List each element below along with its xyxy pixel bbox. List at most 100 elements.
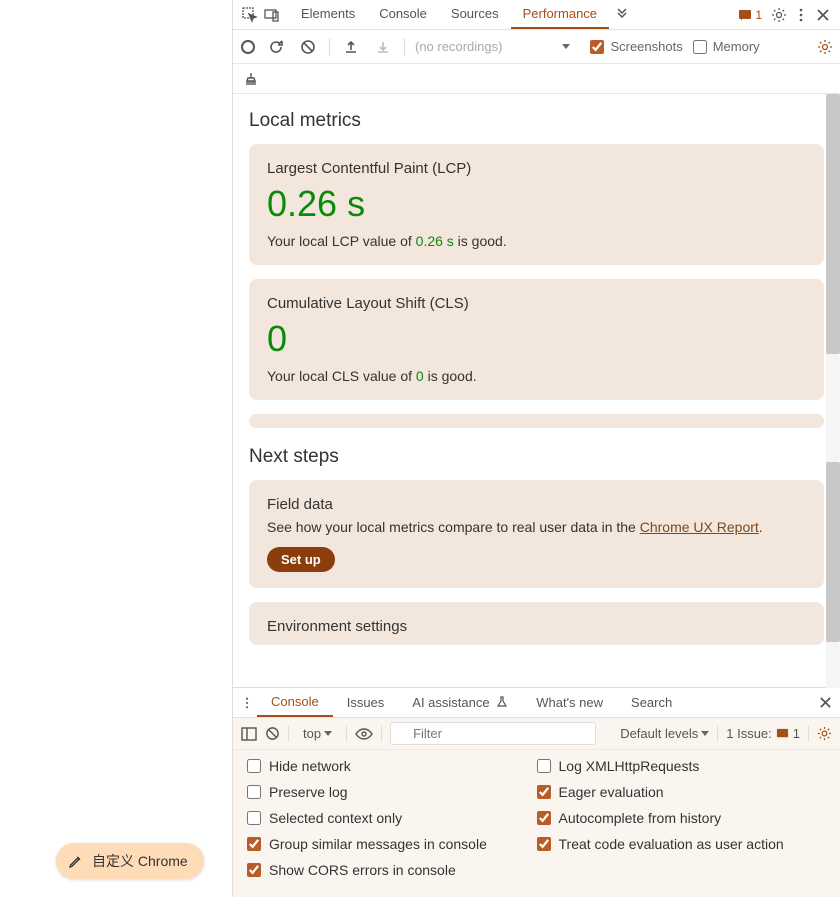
lcp-name: Largest Contentful Paint (LCP) [267,160,806,177]
console-setting-item[interactable]: Hide network [247,758,537,774]
field-data-title: Field data [267,496,806,513]
screenshots-checkbox[interactable]: Screenshots [590,39,682,54]
console-setting-item[interactable]: Treat code evaluation as user action [537,836,827,852]
perf-scrollbar-thumb[interactable] [826,94,840,354]
lcp-value: 0.26 s [267,183,806,225]
console-setting-item[interactable]: Autocomplete from history [537,810,827,826]
screenshots-label: Screenshots [610,39,682,54]
performance-toolbar: (no recordings) Screenshots Memory [233,30,840,64]
issue-icon [776,727,789,740]
console-setting-item[interactable]: Eager evaluation [537,784,827,800]
device-toolbar-icon[interactable] [261,4,283,26]
console-setting-item[interactable]: Show CORS errors in console [247,862,537,878]
console-setting-label: Eager evaluation [559,784,664,800]
lcp-desc: Your local LCP value of 0.26 s is good. [267,233,806,249]
drawer-tab-whats-new[interactable]: What's new [522,689,617,716]
perf-settings-gear-icon[interactable] [814,36,836,58]
chrome-ux-report-link[interactable]: Chrome UX Report [640,519,759,535]
console-settings-left: Hide network Preserve log Selected context… [247,758,537,878]
close-devtools-icon[interactable] [812,4,834,26]
performance-toolbar-row2 [233,64,840,94]
cls-desc: Your local CLS value of 0 is good. [267,368,806,384]
customize-chrome-button[interactable]: 自定义 Chrome [56,843,204,879]
kebab-menu-icon[interactable] [790,4,812,26]
tabs-overflow-icon[interactable] [609,8,635,22]
next-steps-title: Next steps [249,446,824,468]
console-setting-label: Show CORS errors in console [269,862,456,878]
console-toolbar: top Default levels 1 Issue: [233,718,840,750]
memory-label: Memory [713,39,760,54]
devtools-panel: Elements Console Sources Performance 1 [232,0,840,897]
field-data-desc: See how your local metrics compare to re… [267,519,806,535]
console-setting-label: Selected context only [269,810,402,826]
console-settings-panel: Hide network Preserve log Selected context… [233,750,840,897]
setup-button[interactable]: Set up [267,547,335,572]
collect-garbage-icon[interactable] [243,71,259,87]
console-setting-item[interactable]: Selected context only [247,810,537,826]
console-setting-label: Log XMLHttpRequests [559,758,700,774]
devtools-tabs: Elements Console Sources Performance [289,0,609,29]
filter-wrap [390,722,596,745]
chevron-down-icon [324,731,332,736]
local-metrics-title: Local metrics [249,110,824,132]
customize-chrome-label: 自定义 Chrome [92,851,188,871]
console-setting-item[interactable]: Preserve log [247,784,537,800]
record-button[interactable] [241,40,255,54]
memory-checkbox[interactable]: Memory [693,39,760,54]
cls-value: 0 [267,318,806,360]
clear-icon[interactable] [297,36,319,58]
drawer-tab-ai-assistance[interactable]: AI assistance [398,689,522,716]
console-clear-icon[interactable] [265,726,280,741]
devtools-header: Elements Console Sources Performance 1 [233,0,840,30]
cls-card: Cumulative Layout Shift (CLS) 0 Your loc… [249,279,824,400]
drawer-tab-issues[interactable]: Issues [333,689,399,716]
context-selector[interactable]: top [297,724,338,743]
upload-icon[interactable] [340,36,362,58]
performance-panel-body[interactable]: Local metrics Largest Contentful Paint (… [233,94,840,687]
env-settings-title: Environment settings [267,618,806,635]
console-settings-right: Log XMLHttpRequests Eager evaluation Autoc… [537,758,827,878]
tab-console[interactable]: Console [367,0,439,29]
issues-badge[interactable]: 1 [732,8,768,22]
console-setting-label: Group similar messages in console [269,836,487,852]
one-issue-link[interactable]: 1 Issue: 1 [726,726,800,741]
filter-input[interactable] [390,722,596,745]
console-setting-item[interactable]: Log XMLHttpRequests [537,758,827,774]
settings-gear-icon[interactable] [768,4,790,26]
chevron-down-icon [701,731,709,736]
drawer-tab-search[interactable]: Search [617,689,686,716]
console-setting-label: Autocomplete from history [559,810,722,826]
recordings-label: (no recordings) [415,39,502,54]
console-setting-item[interactable]: Group similar messages in console [247,836,537,852]
console-drawer: Console Issues AI assistance What's new … [233,687,840,897]
console-setting-label: Hide network [269,758,351,774]
cls-name: Cumulative Layout Shift (CLS) [267,295,806,312]
drawer-tab-console[interactable]: Console [257,688,333,717]
inspect-element-icon[interactable] [239,4,261,26]
console-sidebar-toggle-icon[interactable] [241,727,257,741]
drawer-kebab-icon[interactable] [241,696,253,710]
field-data-card: Field data See how your local metrics co… [249,480,824,588]
recordings-dropdown-icon[interactable] [562,44,570,49]
third-card-peek [249,414,824,428]
pencil-icon [68,853,84,869]
console-setting-label: Treat code evaluation as user action [559,836,784,852]
perf-scrollbar-thumb-2[interactable] [826,462,840,642]
console-settings-gear-icon[interactable] [817,726,832,741]
log-levels-selector[interactable]: Default levels [620,726,709,741]
drawer-close-icon[interactable] [819,696,832,709]
reload-icon[interactable] [265,36,287,58]
lcp-card: Largest Contentful Paint (LCP) 0.26 s Yo… [249,144,824,265]
env-settings-card: Environment settings [249,602,824,645]
console-setting-label: Preserve log [269,784,348,800]
drawer-tabs: Console Issues AI assistance What's new … [233,688,840,718]
page-blank-area [0,0,232,897]
perf-scrollbar-track[interactable] [826,94,840,688]
tab-performance[interactable]: Performance [511,0,609,29]
issues-count: 1 [755,8,762,22]
download-icon[interactable] [372,36,394,58]
tab-sources[interactable]: Sources [439,0,511,29]
live-expression-icon[interactable] [355,728,373,740]
tab-elements[interactable]: Elements [289,0,367,29]
flask-icon [496,696,508,708]
